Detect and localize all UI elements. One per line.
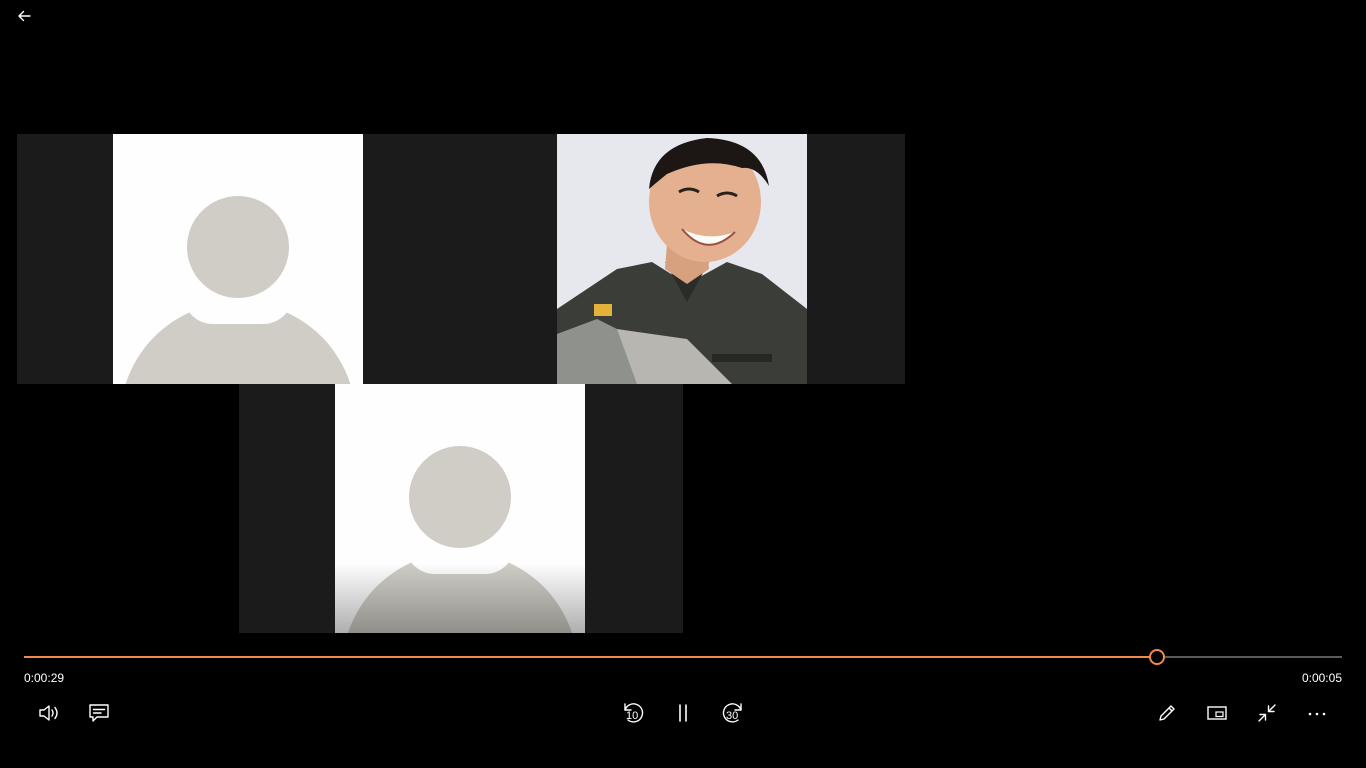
forward-30-button[interactable]: 30: [716, 697, 750, 729]
captions-button[interactable]: [82, 697, 116, 729]
edit-button[interactable]: [1150, 697, 1184, 729]
rewind-seconds-label: 10: [626, 710, 639, 722]
seek-bar[interactable]: [24, 648, 1342, 666]
avatar-head-shape: [187, 196, 289, 298]
elapsed-time: 0:00:29: [24, 671, 65, 685]
avatar-head-shape: [409, 446, 511, 548]
exit-fullscreen-button[interactable]: [1250, 697, 1284, 729]
participant-tile-1: [17, 134, 461, 384]
media-player-window: 0:00:29 0:00:05 10 30: [0, 0, 1366, 768]
captions-icon: [89, 704, 109, 722]
participant-camera-feed: [557, 134, 807, 384]
pause-icon: [679, 704, 687, 722]
seek-progress-fill: [24, 656, 1158, 658]
more-icon: [1308, 712, 1326, 716]
mini-view-icon: [1207, 706, 1227, 720]
forward-seconds-label: 30: [726, 710, 739, 722]
volume-icon: [39, 705, 58, 721]
exit-fullscreen-icon: [1258, 704, 1276, 722]
participant-tile-3: [239, 384, 683, 633]
mini-view-button[interactable]: [1200, 697, 1234, 729]
avatar-placeholder: [113, 134, 363, 384]
arrow-left-icon: [18, 10, 31, 22]
more-options-button[interactable]: [1300, 697, 1334, 729]
back-button[interactable]: [8, 0, 40, 32]
remaining-time: 0:00:05: [1301, 671, 1342, 685]
volume-button[interactable]: [32, 697, 66, 729]
person-image: [557, 134, 807, 384]
pause-button[interactable]: [666, 697, 700, 729]
participant-tile-2: [461, 134, 905, 384]
pencil-icon: [1159, 705, 1175, 721]
rewind-10-button[interactable]: 10: [616, 697, 650, 729]
video-frame[interactable]: [0, 0, 1366, 640]
seek-thumb[interactable]: [1149, 649, 1166, 665]
